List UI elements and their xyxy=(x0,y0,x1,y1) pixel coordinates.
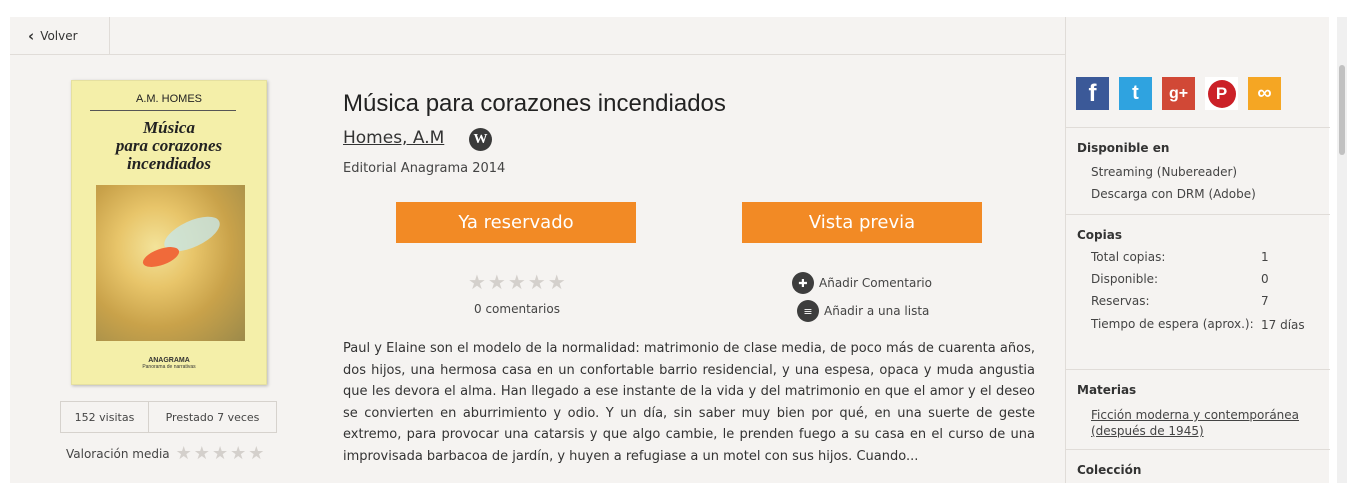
cover-title: Música para corazones incendiados xyxy=(115,118,223,173)
pinterest-icon[interactable]: P xyxy=(1205,77,1238,110)
add-to-list-button[interactable]: ≡ Añadir a una lista xyxy=(797,300,929,322)
book-stats: 152 visitas Prestado 7 veces xyxy=(60,401,277,433)
copies-value: 0 xyxy=(1261,272,1269,286)
book-description: Paul y Elaine son el modelo de la normal… xyxy=(343,341,1035,464)
comments-count: 0 comentarios xyxy=(474,302,560,316)
copies-label: Reservas: xyxy=(1091,294,1150,308)
add-to-list-label: Añadir a una lista xyxy=(824,304,930,318)
cover-publisher-logo: ANAGRAMA xyxy=(148,357,190,364)
copies-heading: Copias xyxy=(1077,228,1122,242)
availability-section: Disponible en Streaming (Nubereader) Des… xyxy=(1066,127,1330,201)
collection-section: Colección xyxy=(1066,449,1330,477)
cover-author: A.M. HOMES xyxy=(135,93,202,105)
book-cover: A.M. HOMES Música para corazones incendi… xyxy=(71,80,267,385)
back-label: Volver xyxy=(40,29,78,43)
social-share: f t g+ P ∞ xyxy=(1076,77,1281,110)
cover-rule xyxy=(90,110,236,111)
sidebar: f t g+ P ∞ Disponible en Streaming (Nube… xyxy=(1065,17,1330,483)
copies-row: Reservas: 7 xyxy=(1091,294,1330,308)
average-rating: Valoración media ★★★★★ xyxy=(66,443,266,464)
copies-value: 17 días xyxy=(1261,318,1305,332)
main-panel: ‹ Volver A.M. HOMES Música para corazone… xyxy=(10,17,1065,483)
cover-publisher: ANAGRAMA Panorama de narrativas xyxy=(72,357,266,370)
copies-label: Tiempo de espera (aprox.): xyxy=(1091,317,1254,331)
cover-lips xyxy=(140,242,182,272)
average-rating-label: Valoración media xyxy=(66,446,170,461)
copies-row: Total copias: 1 xyxy=(1091,250,1330,264)
visits-count: 152 visitas xyxy=(61,402,149,432)
comment-icon: ✚ xyxy=(792,272,814,294)
cover-photo xyxy=(96,185,245,341)
author-link[interactable]: Homes, A.M xyxy=(343,128,444,148)
list-icon: ≡ xyxy=(797,300,819,322)
wikipedia-icon[interactable]: W xyxy=(469,128,492,151)
copies-section: Copias Total copias: 1 Disponible: 0 Res… xyxy=(1066,214,1330,332)
copies-row: Tiempo de espera (aprox.): 17 días xyxy=(1091,316,1330,332)
subjects-heading: Materias xyxy=(1077,383,1137,397)
link-icon[interactable]: ∞ xyxy=(1248,77,1281,110)
availability-heading: Disponible en xyxy=(1077,141,1170,155)
facebook-icon[interactable]: f xyxy=(1076,77,1109,110)
book-title: Música para corazones incendiados xyxy=(343,90,726,117)
scrollbar[interactable] xyxy=(1337,17,1347,483)
copies-value: 1 xyxy=(1261,250,1269,264)
add-comment-label: Añadir Comentario xyxy=(819,276,932,290)
publisher-info: Editorial Anagrama 2014 xyxy=(343,161,506,176)
top-bar: ‹ Volver xyxy=(10,17,1065,55)
copies-label: Total copias: xyxy=(1091,250,1166,264)
preview-button[interactable]: Vista previa xyxy=(742,202,982,243)
reserved-button[interactable]: Ya reservado xyxy=(396,202,636,243)
cover-collection: Panorama de narrativas xyxy=(142,364,196,370)
availability-item: Descarga con DRM (Adobe) xyxy=(1091,187,1256,201)
back-button[interactable]: ‹ Volver xyxy=(10,17,110,55)
loans-count: Prestado 7 veces xyxy=(165,410,260,424)
average-rating-stars: ★★★★★ xyxy=(175,443,267,464)
copies-row: Disponible: 0 xyxy=(1091,272,1330,286)
chevron-left-icon: ‹ xyxy=(28,27,35,45)
collection-heading: Colección xyxy=(1077,463,1142,477)
subjects-section: Materias Ficción moderna y contemporánea… xyxy=(1066,369,1330,439)
add-comment-button[interactable]: ✚ Añadir Comentario xyxy=(792,272,932,294)
twitter-icon[interactable]: t xyxy=(1119,77,1152,110)
availability-item: Streaming (Nubereader) xyxy=(1091,165,1238,179)
user-rating-stars[interactable]: ★★★★★ xyxy=(468,270,568,294)
copies-label: Disponible: xyxy=(1091,272,1159,286)
subject-link[interactable]: Ficción moderna y contemporánea (después… xyxy=(1091,407,1330,439)
scrollbar-thumb[interactable] xyxy=(1339,65,1345,155)
copies-value: 7 xyxy=(1261,294,1269,308)
google-plus-icon[interactable]: g+ xyxy=(1162,77,1195,110)
